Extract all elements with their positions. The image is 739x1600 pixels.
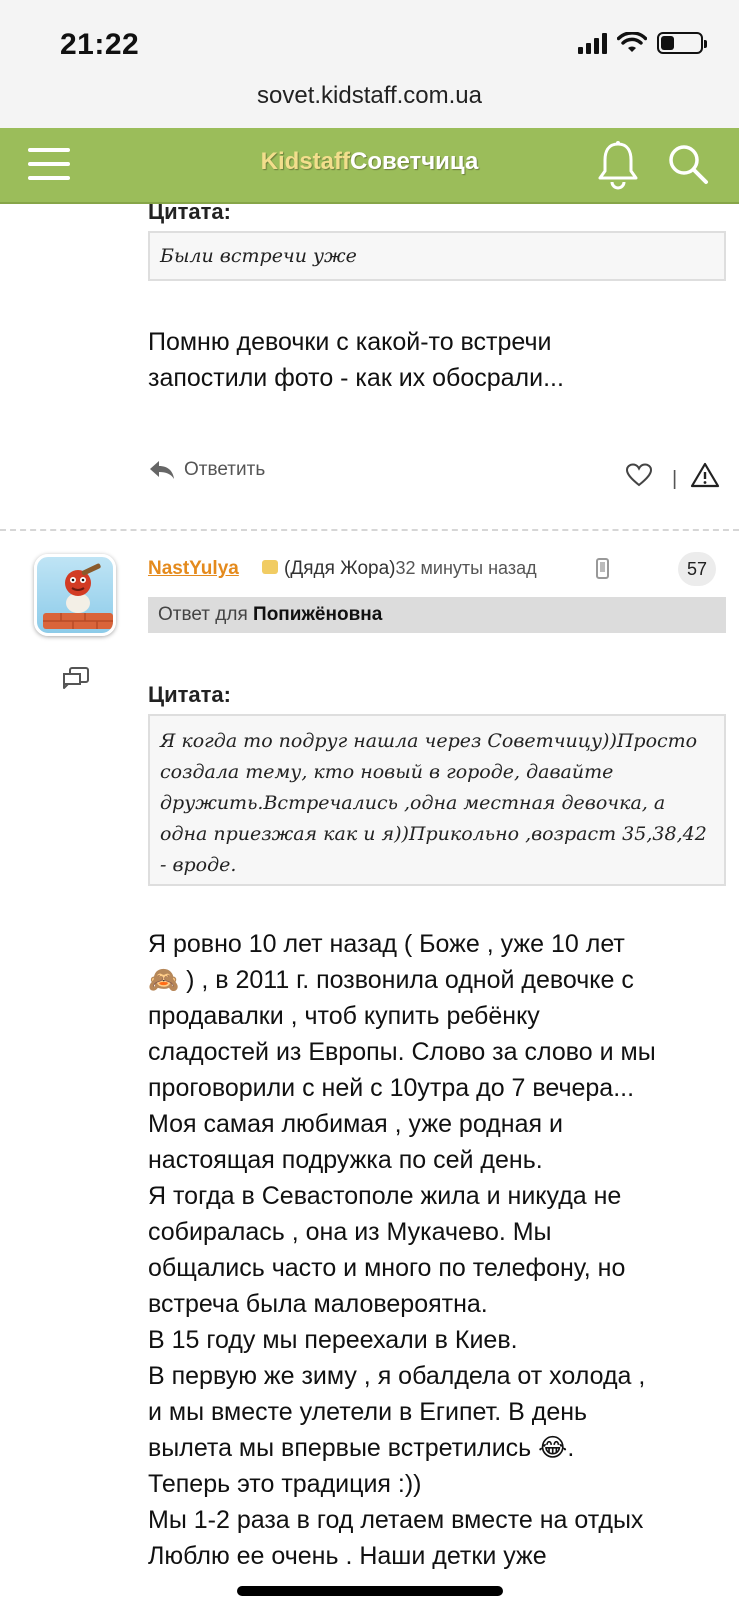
quote-box: Были встречи уже [148,231,726,281]
thread-content: Цитата: Были встречи уже Помню девочки с… [0,204,739,1600]
cellular-signal-icon [578,32,607,54]
author-status: (Дядя Жора) [284,558,396,579]
reply-to-prefix: Ответ для [158,604,248,625]
quote-box: Я когда то подруг нашла через Советчицу)… [148,714,726,886]
post-body: Я ровно 10 лет назад ( Боже , уже 10 лет… [148,926,728,1574]
author-name[interactable]: NastYulya [148,558,239,580]
quote-label: Цитата: [148,682,231,707]
post-line: общались часто и много по телефону, но [148,1254,626,1282]
wifi-icon [617,32,647,52]
search-icon[interactable] [666,142,710,186]
post-line: продавалки , чтоб купить ребёнку [148,1002,540,1030]
post-line: собиралась , она из Мукачево. Мы [148,1218,552,1246]
post-line: 🙈 ) , в 2011 г. позвонила одной девочке … [148,966,634,994]
post-line: вылета мы впервые встретились 😂. [148,1434,575,1462]
url-bar[interactable]: sovet.kidstaff.com.ua [0,78,739,128]
post-meta: (Дядя Жора)32 минуты назад [284,558,537,580]
reply-label: Ответить [184,459,266,480]
quote-reply-icon[interactable] [62,666,90,692]
reply-button[interactable]: Ответить [148,459,265,481]
status-bar: 21:22 [0,0,739,78]
quote-label: Цитата: [148,204,231,224]
post-separator [0,529,739,531]
post-line: В 15 году мы переехали в Киев. [148,1326,518,1354]
post-line: Я тогда в Севастополе жила и никуда не [148,1182,622,1210]
site-header: KidstaffСоветчица [0,128,739,204]
post-line: сладостей из Европы. Слово за слово и мы [148,1038,656,1066]
post-line: запостили фото - как их обосрали... [148,364,564,392]
status-icons [578,32,707,54]
post-body: Помню девочки с какой-то встречи запости… [148,324,728,396]
logo-part-sovetchitsa: Советчица [350,148,479,175]
reply-to-user[interactable]: Попижёновна [253,604,382,625]
post-line: Теперь это традиция :)) [148,1470,422,1498]
post-line: Мы 1-2 раза в год летаем вместе на отдых [148,1506,644,1534]
post-line: Я ровно 10 лет назад ( Боже , уже 10 лет [148,930,625,958]
user-status-icon [262,560,278,574]
heart-icon[interactable] [625,463,653,487]
reply-to-bar: Ответ для Попижёновна [148,597,726,633]
post-line: Моя самая любимая , уже родная и [148,1110,563,1138]
avatar[interactable] [34,554,116,636]
post-line: В первую же зиму , я обалдела от холода … [148,1362,646,1390]
post-time: 32 минуты назад [395,558,537,578]
url-text: sovet.kidstaff.com.ua [257,82,482,109]
post-line: и мы вместе улетели в Египет. В день [148,1398,588,1426]
quote-text: Я когда то подруг нашла через Советчицу)… [160,730,707,876]
bell-icon[interactable] [594,140,642,190]
post-line: Помню девочки с какой-то встречи [148,328,552,356]
logo-part-kidstaff: Kidstaff [260,148,351,175]
avatar-image [43,563,113,629]
battery-icon [657,32,707,54]
mobile-device-icon [596,558,609,579]
home-indicator[interactable] [237,1586,503,1596]
post-number-badge[interactable]: 57 [678,552,716,586]
post-line: Люблю ее очень . Наши детки уже [148,1542,547,1570]
quote-text: Были встречи уже [160,245,357,267]
post-line: встреча была маловероятна. [148,1290,488,1318]
warning-icon[interactable] [690,462,720,488]
action-divider: | [672,468,678,490]
reply-arrow-icon [150,461,174,479]
post-line: проговорили с ней с 10утра до 7 вечера..… [148,1074,635,1102]
status-time: 21:22 [60,28,140,61]
post-line: настоящая подружка по сей день. [148,1146,543,1174]
